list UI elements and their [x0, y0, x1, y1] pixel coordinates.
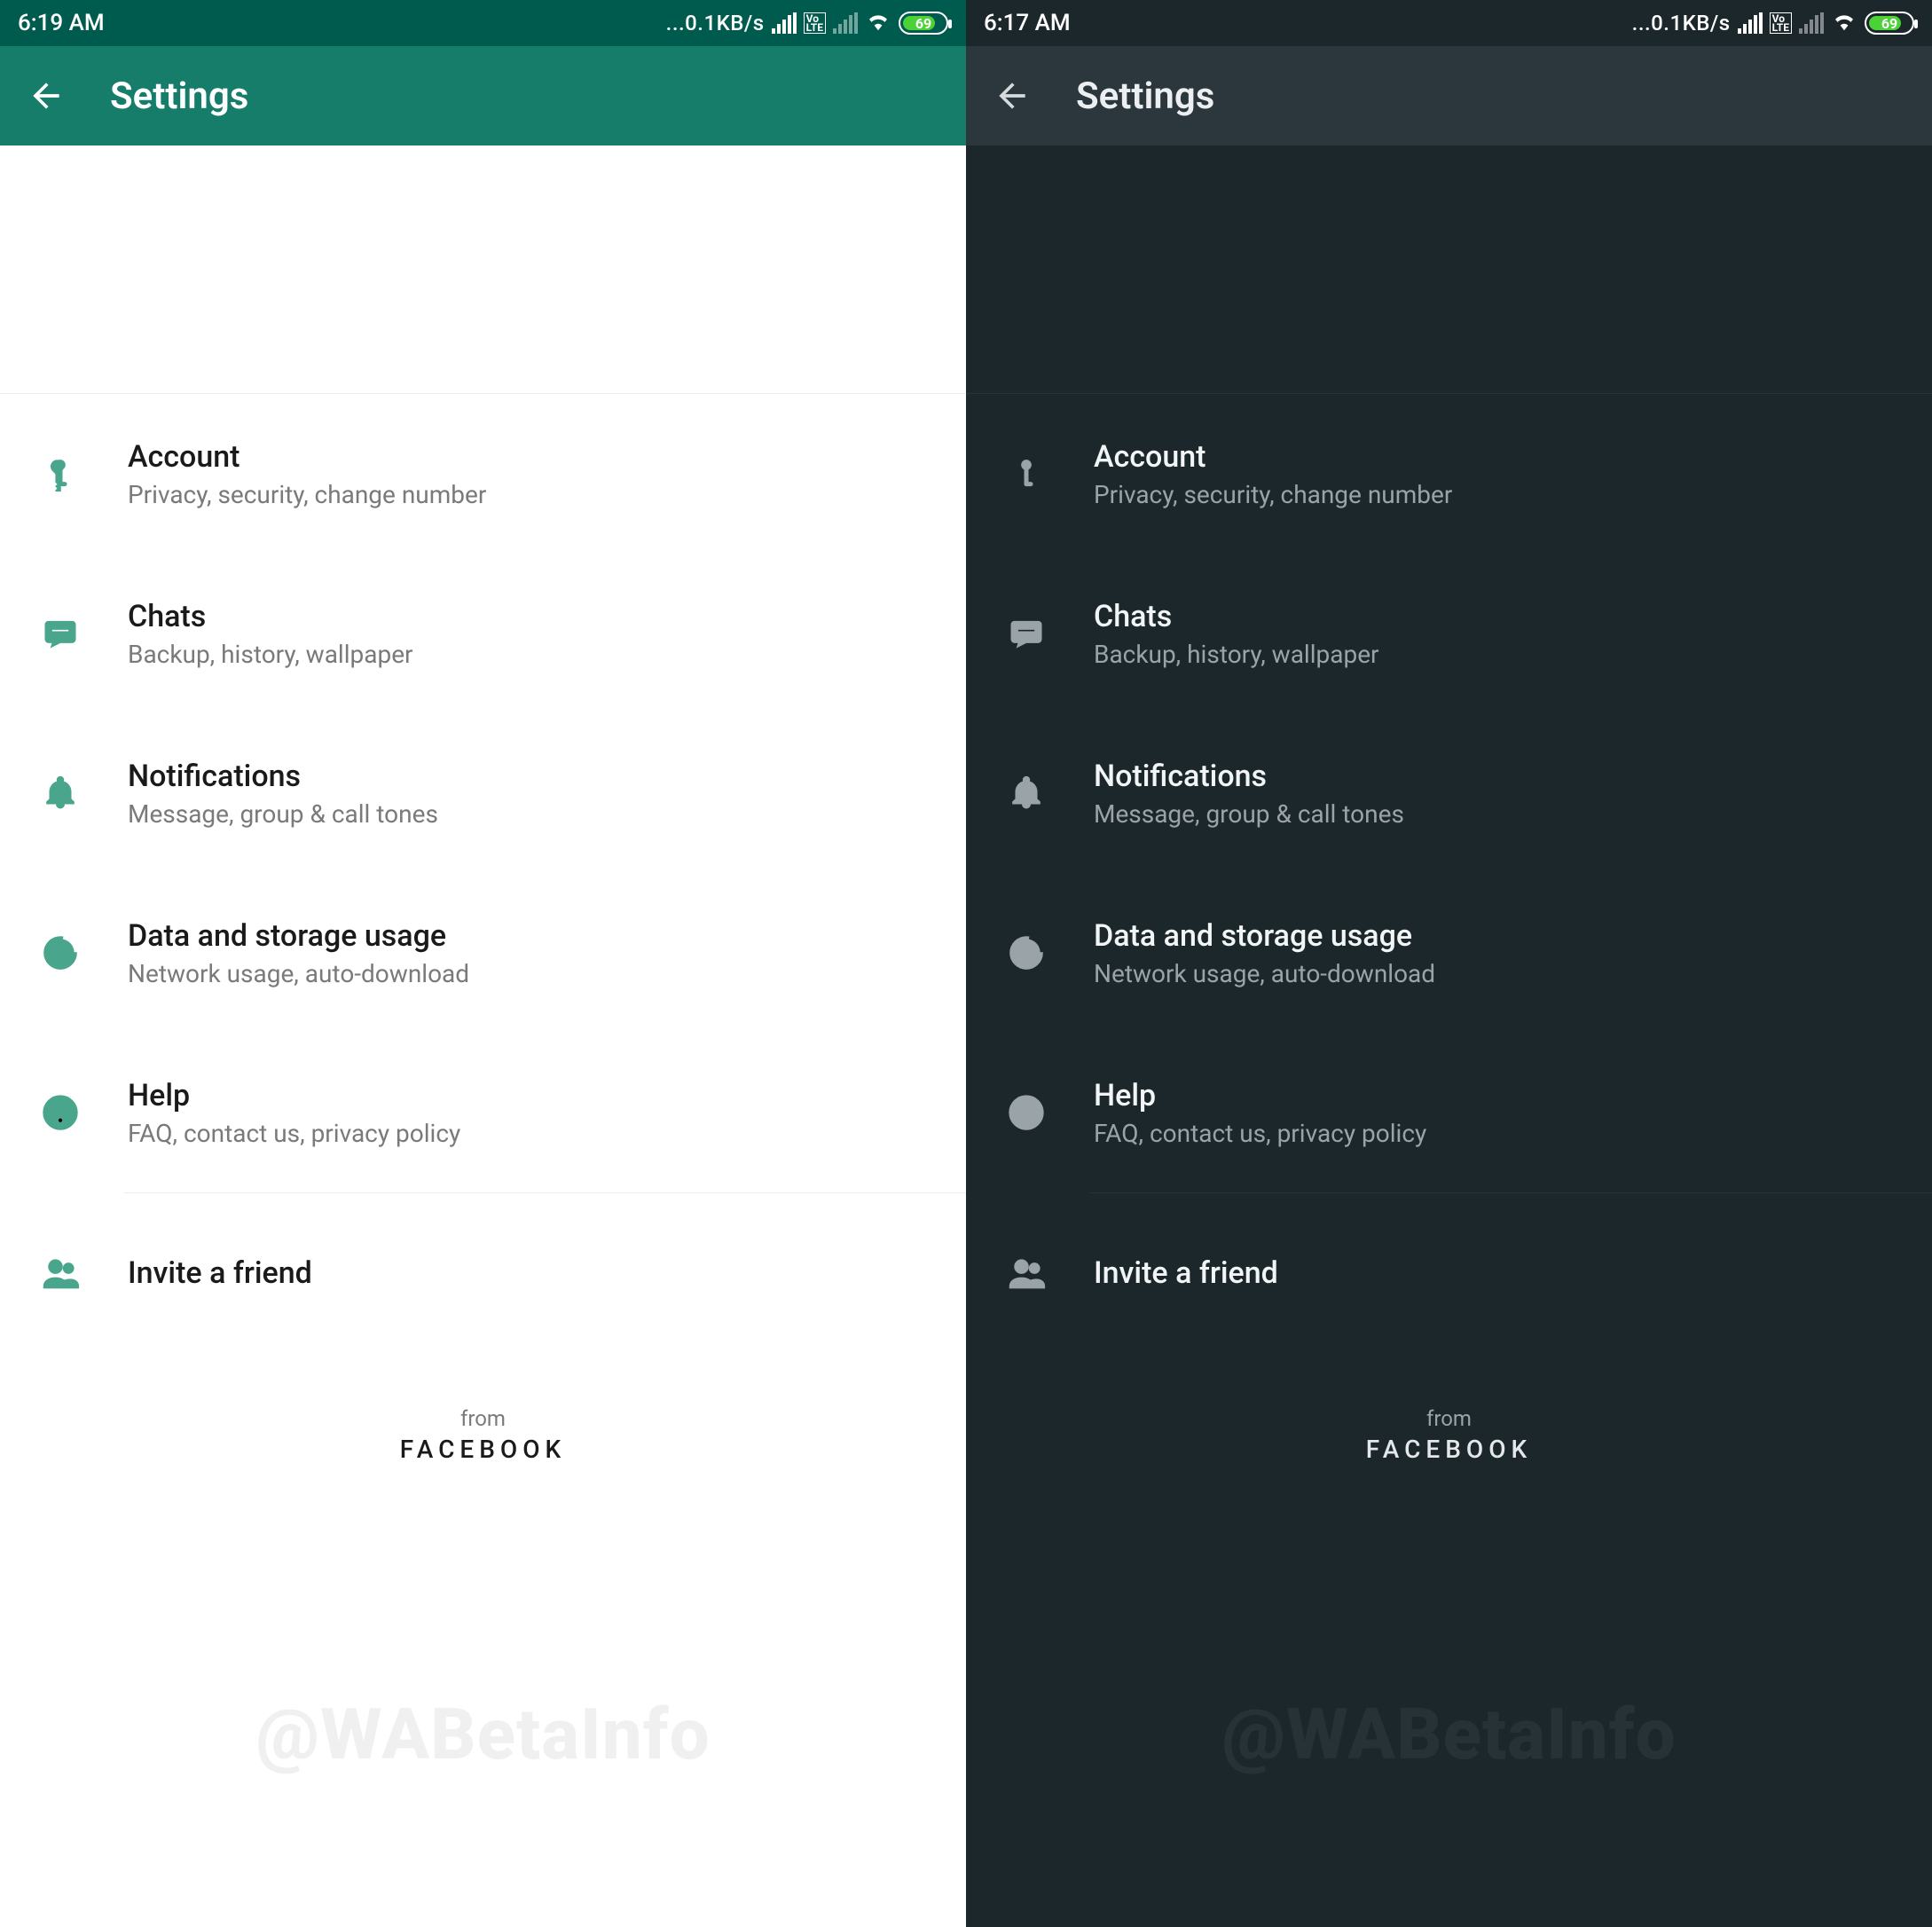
wifi-icon [865, 7, 891, 40]
settings-item-notifications[interactable]: Notifications Message, group & call tone… [966, 713, 1932, 873]
app-bar: Settings [0, 46, 966, 146]
item-title: Account [1094, 439, 1897, 475]
status-network-speed: ...0.1KB/s [1632, 11, 1731, 35]
watermark: @WABetaInfo [255, 1693, 710, 1776]
key-icon [1001, 449, 1051, 499]
item-subtitle: Privacy, security, change number [128, 480, 931, 509]
help-icon [35, 1088, 85, 1137]
wifi-icon [1831, 7, 1857, 40]
status-network-speed: ...0.1KB/s [666, 11, 765, 35]
item-title: Help [1094, 1078, 1897, 1113]
settings-item-account[interactable]: Account Privacy, security, change number [0, 394, 966, 554]
signal-secondary-icon [1799, 12, 1824, 34]
chat-icon [1001, 609, 1051, 658]
item-subtitle: Message, group & call tones [1094, 799, 1897, 829]
status-bar: 6:19 AM ...0.1KB/s VoLTE 69 [0, 0, 966, 46]
item-subtitle: Network usage, auto-download [128, 959, 931, 988]
footer-branding: from FACEBOOK [966, 1406, 1932, 1464]
settings-item-chats[interactable]: Chats Backup, history, wallpaper [966, 554, 1932, 713]
page-title: Settings [110, 75, 248, 118]
footer-from: from [966, 1406, 1932, 1431]
back-button[interactable] [27, 76, 66, 115]
settings-item-chats[interactable]: Chats Backup, history, wallpaper [0, 554, 966, 713]
settings-item-data-storage[interactable]: Data and storage usage Network usage, au… [966, 873, 1932, 1033]
bell-icon [1001, 768, 1051, 818]
settings-item-help[interactable]: Help FAQ, contact us, privacy policy [966, 1033, 1932, 1192]
status-time: 6:17 AM [984, 10, 1071, 36]
footer-brand: FACEBOOK [0, 1435, 966, 1464]
signal-secondary-icon [833, 12, 858, 34]
item-title: Notifications [128, 759, 931, 794]
item-subtitle: FAQ, contact us, privacy policy [128, 1119, 931, 1148]
status-time: 6:19 AM [18, 10, 105, 36]
battery-percent: 69 [900, 15, 946, 32]
item-subtitle: Backup, history, wallpaper [128, 640, 931, 669]
status-bar: 6:17 AM ...0.1KB/s VoLTE 69 [966, 0, 1932, 46]
data-usage-icon [35, 928, 85, 978]
signal-primary-icon [1738, 12, 1763, 34]
settings-item-invite[interactable]: Invite a friend [966, 1193, 1932, 1353]
phone-dark: 6:17 AM ...0.1KB/s VoLTE 69 Settings [966, 0, 1932, 1927]
item-title: Notifications [1094, 759, 1897, 794]
app-bar: Settings [966, 46, 1932, 146]
key-icon [35, 449, 85, 499]
watermark: @WABetaInfo [1221, 1693, 1676, 1776]
settings-item-account[interactable]: Account Privacy, security, change number [966, 394, 1932, 554]
profile-section[interactable] [966, 146, 1932, 394]
page-title: Settings [1076, 75, 1214, 118]
settings-list: Account Privacy, security, change number… [966, 394, 1932, 1353]
settings-item-data-storage[interactable]: Data and storage usage Network usage, au… [0, 873, 966, 1033]
volte-icon: VoLTE [1770, 12, 1792, 34]
battery-percent: 69 [1866, 15, 1912, 32]
data-usage-icon [1001, 928, 1051, 978]
footer-from: from [0, 1406, 966, 1431]
settings-item-invite[interactable]: Invite a friend [0, 1193, 966, 1353]
item-subtitle: Backup, history, wallpaper [1094, 640, 1897, 669]
profile-section[interactable] [0, 146, 966, 394]
item-subtitle: Message, group & call tones [128, 799, 931, 829]
people-icon [35, 1248, 85, 1298]
phone-light: 6:19 AM ...0.1KB/s VoLTE 69 Settings [0, 0, 966, 1927]
item-title: Data and storage usage [128, 918, 931, 954]
help-icon [1001, 1088, 1051, 1137]
chat-icon [35, 609, 85, 658]
battery-icon: 69 [1865, 12, 1914, 35]
item-title: Account [128, 439, 931, 475]
volte-icon: VoLTE [804, 12, 826, 34]
item-title: Data and storage usage [1094, 918, 1897, 954]
bell-icon [35, 768, 85, 818]
item-title: Invite a friend [128, 1255, 931, 1291]
people-icon [1001, 1248, 1051, 1298]
battery-icon: 69 [899, 12, 948, 35]
item-title: Invite a friend [1094, 1255, 1897, 1291]
settings-item-help[interactable]: Help FAQ, contact us, privacy policy [0, 1033, 966, 1192]
item-subtitle: FAQ, contact us, privacy policy [1094, 1119, 1897, 1148]
item-subtitle: Network usage, auto-download [1094, 959, 1897, 988]
item-title: Help [128, 1078, 931, 1113]
item-title: Chats [1094, 599, 1897, 634]
item-title: Chats [128, 599, 931, 634]
settings-item-notifications[interactable]: Notifications Message, group & call tone… [0, 713, 966, 873]
settings-list: Account Privacy, security, change number… [0, 394, 966, 1353]
item-subtitle: Privacy, security, change number [1094, 480, 1897, 509]
back-button[interactable] [993, 76, 1032, 115]
footer-brand: FACEBOOK [966, 1435, 1932, 1464]
footer-branding: from FACEBOOK [0, 1406, 966, 1464]
signal-primary-icon [772, 12, 797, 34]
